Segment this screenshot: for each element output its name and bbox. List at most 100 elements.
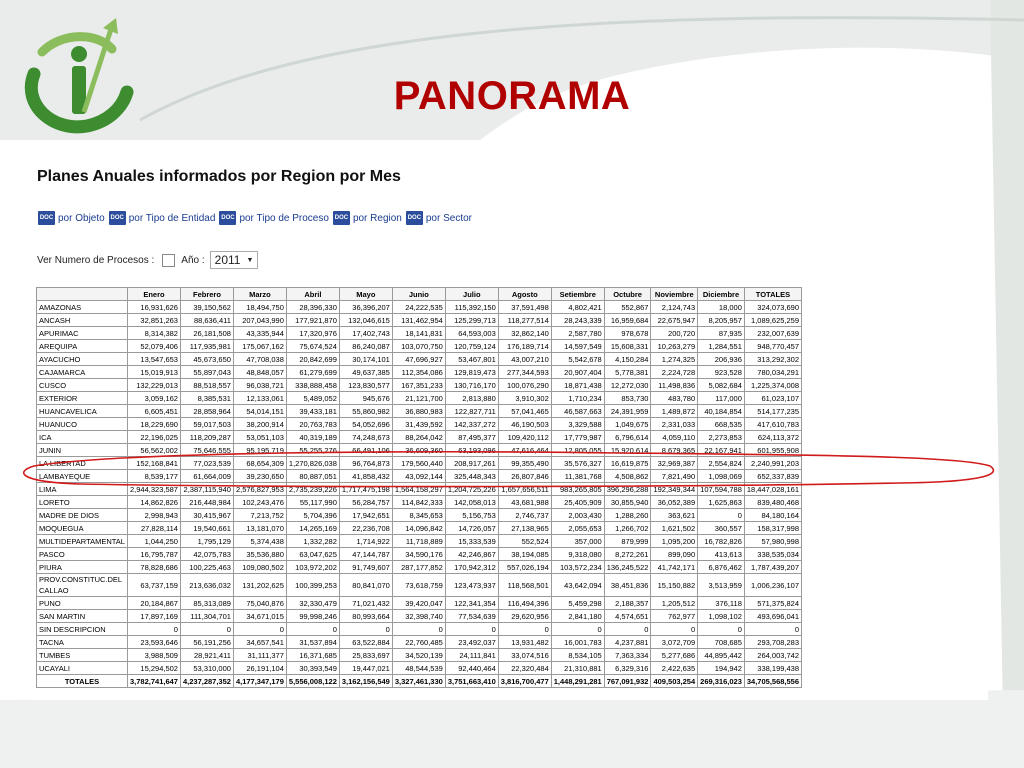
link-por-tipo-de-entidad[interactable]: DOC por Tipo de Entidad xyxy=(108,211,215,225)
value-cell: 109,080,502 xyxy=(232,560,287,574)
value-cell: 514,177,235 xyxy=(743,404,803,418)
link-label: por Region xyxy=(352,212,402,224)
value-cell: 493,696,041 xyxy=(743,609,803,623)
value-cell: 13,181,070 xyxy=(232,521,287,535)
value-cell: 80,841,070 xyxy=(338,573,393,597)
value-cell: 2,273,853 xyxy=(697,430,745,444)
value-cell: 40,319,189 xyxy=(285,430,340,444)
value-cell: 61,279,699 xyxy=(285,365,340,379)
value-cell: 5,704,396 xyxy=(285,508,340,522)
value-cell: 111,304,701 xyxy=(179,609,234,623)
value-cell: 396,296,288 xyxy=(603,482,652,496)
value-cell: 57,041,465 xyxy=(497,404,552,418)
value-cell: 118,568,501 xyxy=(497,573,552,597)
value-cell: 25,833,697 xyxy=(338,648,393,662)
value-cell: 32,398,740 xyxy=(391,609,446,623)
value-cell: 24,222,535 xyxy=(391,300,446,314)
value-cell: 945,676 xyxy=(338,391,393,405)
value-cell: 131,462,954 xyxy=(391,313,446,327)
table-row: APURIMAC 8,314,382 26,181,508 43,335,944 17,… xyxy=(36,326,803,340)
value-cell: 26,191,104 xyxy=(232,661,287,675)
value-cell: 1,006,236,107 xyxy=(743,573,803,597)
region-cell: AYACUCHO xyxy=(36,352,128,366)
ver-numero-checkbox[interactable] xyxy=(162,253,176,267)
value-cell: 28,858,964 xyxy=(179,404,234,418)
region-month-table: Enero Febrero Marzo Abril Mayo Junio Julio Agos… xyxy=(36,287,803,688)
value-cell: 31,537,894 xyxy=(285,635,340,649)
header-col: Enero xyxy=(127,287,181,301)
value-cell: 20,184,867 xyxy=(127,596,181,610)
table-header-row: Enero Febrero Marzo Abril Mayo Junio Julio Agos… xyxy=(36,287,803,301)
value-cell: 5,156,753 xyxy=(444,508,499,522)
value-cell: 3,329,588 xyxy=(550,417,605,431)
value-cell: 8,345,653 xyxy=(391,508,446,522)
value-cell: 14,096,842 xyxy=(391,521,446,535)
value-cell: 15,150,882 xyxy=(650,573,699,597)
value-cell: 68,654,309 xyxy=(232,456,287,470)
value-cell: 103,070,750 xyxy=(391,339,446,353)
value-cell: 1,714,922 xyxy=(338,534,393,548)
value-cell: 16,931,626 xyxy=(127,300,181,314)
value-cell: 49,637,385 xyxy=(338,365,393,379)
value-cell: 22,320,484 xyxy=(497,661,552,675)
totals-label: TOTALES xyxy=(36,674,128,688)
value-cell: 363,621 xyxy=(650,508,699,522)
link-por-objeto[interactable]: DOC por Objeto xyxy=(38,211,105,225)
value-cell: 652,337,839 xyxy=(743,469,803,483)
value-cell: 8,385,531 xyxy=(179,391,234,405)
value-cell: 56,562,002 xyxy=(127,443,181,457)
value-cell: 3,988,509 xyxy=(127,648,181,662)
table-row: LAMBAYEQUE 8,539,177 61,664,009 39,230,650 8… xyxy=(36,469,803,483)
value-cell: 0 xyxy=(697,622,745,636)
value-cell: 216,448,984 xyxy=(179,495,234,509)
value-cell: 18,447,028,161 xyxy=(743,482,803,496)
link-por-region[interactable]: DOC por Region xyxy=(332,211,402,225)
year-select[interactable]: 2011 ▼ xyxy=(209,251,259,269)
value-cell: 2,124,743 xyxy=(650,300,699,314)
value-cell: 2,813,880 xyxy=(444,391,499,405)
value-cell: 1,717,475,198 xyxy=(338,482,393,496)
value-cell: 668,535 xyxy=(697,417,745,431)
value-cell: 116,494,396 xyxy=(497,596,552,610)
value-cell: 56,284,757 xyxy=(338,495,393,509)
value-cell: 85,313,089 xyxy=(179,596,234,610)
link-por-tipo-de-proceso[interactable]: DOC por Tipo de Proceso xyxy=(219,211,329,225)
value-cell: 11,498,836 xyxy=(650,378,699,392)
value-cell: 5,489,052 xyxy=(285,391,340,405)
value-cell: 6,329,316 xyxy=(603,661,652,675)
value-cell: 28,921,411 xyxy=(179,648,234,662)
value-cell: 38,451,836 xyxy=(603,573,652,597)
value-cell: 115,392,150 xyxy=(444,300,499,314)
value-cell: 31,111,377 xyxy=(232,648,287,662)
value-cell: 43,335,944 xyxy=(232,326,287,340)
value-cell: 32,969,387 xyxy=(650,456,699,470)
value-cell: 43,092,144 xyxy=(391,469,446,483)
value-cell: 483,780 xyxy=(650,391,699,405)
table-row: HUANUCO 18,229,690 59,017,503 38,200,914 20,… xyxy=(36,417,803,431)
region-cell: HUANCAVELICA xyxy=(36,404,128,418)
value-cell: 17,402,743 xyxy=(338,326,393,340)
value-cell: 360,557 xyxy=(697,521,745,535)
value-cell: 100,225,463 xyxy=(179,560,234,574)
value-cell: 48,848,057 xyxy=(232,365,287,379)
anio-label: Año : xyxy=(181,254,205,266)
value-cell: 5,542,678 xyxy=(550,352,605,366)
link-por-sector[interactable]: DOC por Sector xyxy=(405,211,472,225)
value-cell: 624,113,372 xyxy=(743,430,803,444)
table-row: LA LIBERTAD 152,168,841 77,023,539 68,654,3… xyxy=(36,456,803,470)
value-cell: 53,467,801 xyxy=(444,352,499,366)
header-col: Marzo xyxy=(232,287,287,301)
value-cell: 64,593,003 xyxy=(444,326,499,340)
value-cell: 16,619,875 xyxy=(603,456,652,470)
value-cell: 948,770,457 xyxy=(743,339,803,353)
value-cell: 277,344,593 xyxy=(497,365,552,379)
value-cell: 96,038,721 xyxy=(232,378,287,392)
value-cell: 7,213,752 xyxy=(232,508,287,522)
value-cell: 43,681,988 xyxy=(497,495,552,509)
value-cell: 17,942,651 xyxy=(338,508,393,522)
value-cell: 20,907,404 xyxy=(550,365,605,379)
value-cell: 88,636,411 xyxy=(179,313,234,327)
value-cell: 25,405,909 xyxy=(550,495,605,509)
value-cell: 120,759,124 xyxy=(444,339,499,353)
region-cell: LIMA xyxy=(36,482,128,496)
